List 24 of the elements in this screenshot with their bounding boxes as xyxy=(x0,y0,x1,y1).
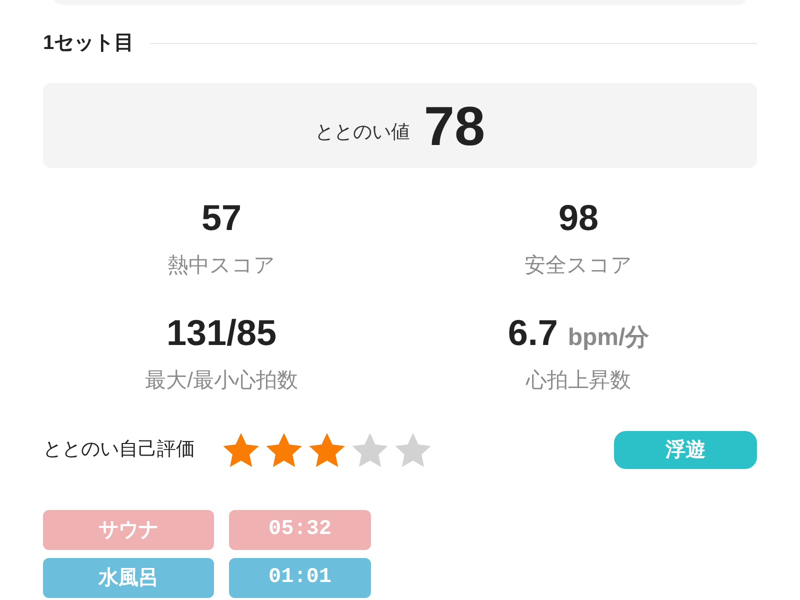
star-icon[interactable] xyxy=(266,433,302,467)
metric-label: 熱中スコア xyxy=(168,253,276,279)
score-value: 78 xyxy=(424,98,486,154)
rating-label: ととのい自己評価 xyxy=(43,438,195,462)
phase-tag: 水風呂 xyxy=(43,558,214,598)
metric-label: 最大/最小心拍数 xyxy=(145,368,298,394)
metric-value: 57 xyxy=(201,198,242,238)
star-icon[interactable] xyxy=(223,433,259,467)
star-icon[interactable] xyxy=(309,433,345,467)
metric-value: 98 xyxy=(558,198,599,238)
metric-value: 131/85 xyxy=(166,313,277,353)
metric-label: 安全スコア xyxy=(524,253,632,279)
phase-tag: サウナ xyxy=(43,510,214,550)
phase-time: 01:01 xyxy=(229,558,371,598)
metric-unit: bpm/分 xyxy=(568,324,650,352)
score-label: ととのい値 xyxy=(314,120,410,144)
star-rating[interactable] xyxy=(223,433,431,467)
star-icon[interactable] xyxy=(395,433,431,467)
phase-time: 05:32 xyxy=(229,510,371,550)
metric-value: 6.7 xyxy=(508,313,558,353)
state-badge: 浮遊 xyxy=(614,431,757,469)
section-heading: 1セット目 xyxy=(43,31,134,55)
star-icon[interactable] xyxy=(352,433,388,467)
metric-label: 心拍上昇数 xyxy=(526,368,631,394)
